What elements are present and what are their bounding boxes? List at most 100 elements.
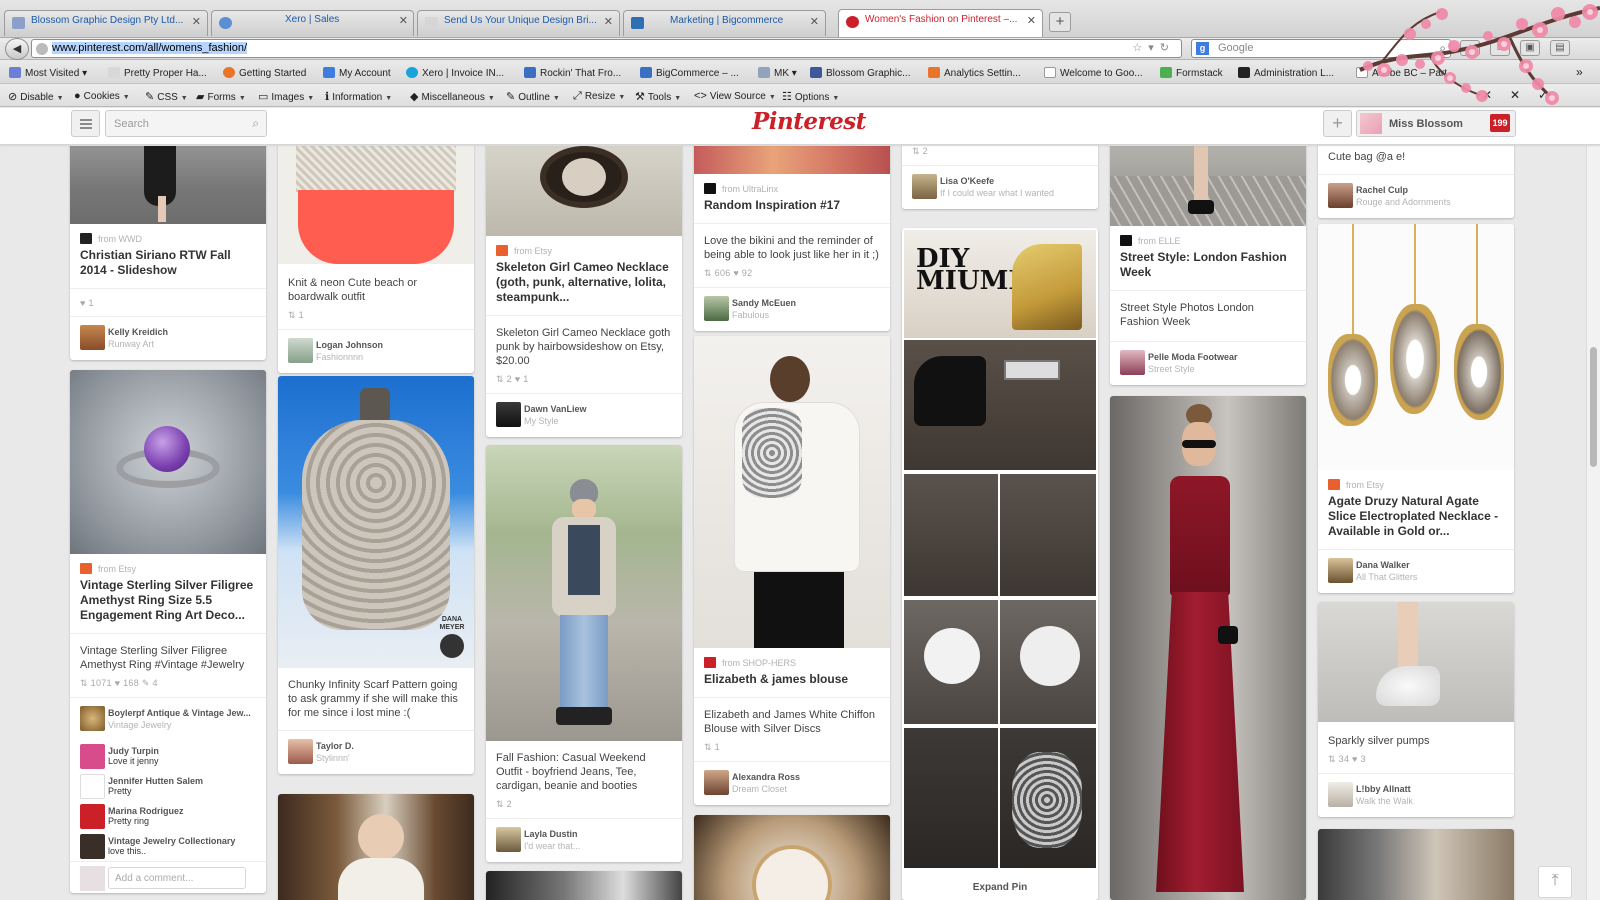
board-name[interactable]: All That Glitters xyxy=(1356,572,1514,582)
board-name[interactable]: Dream Closet xyxy=(732,784,890,794)
devtool-css[interactable]: ✎ CSS ▼ xyxy=(145,90,188,103)
download-icon[interactable]: ↓ xyxy=(1460,40,1480,56)
pin-image[interactable] xyxy=(1318,829,1514,900)
pinner-name[interactable]: L!bby Allnatt xyxy=(1356,784,1514,794)
rich-pin-title[interactable]: Agate Druzy Natural Agate Slice Electrop… xyxy=(1318,490,1514,549)
board-name[interactable]: Walk the Walk xyxy=(1356,796,1514,806)
pinner-name[interactable]: Boylerpf Antique & Vintage Jew... xyxy=(108,708,266,718)
pin-credit[interactable]: Sandy McEuen Fabulous xyxy=(694,287,890,331)
add-comment-input[interactable]: Add a comment... xyxy=(108,867,246,889)
pin-credit[interactable]: Kelly Kreidich Runway Art xyxy=(70,316,266,360)
close-tab-icon[interactable]: ✕ xyxy=(192,15,201,28)
board-name[interactable]: Runway Art xyxy=(108,339,266,349)
bookmark-item[interactable]: Analytics Settin... xyxy=(928,67,1021,79)
pin-credit[interactable]: Dana Walker All That Glitters xyxy=(1318,549,1514,593)
bookmark-item[interactable]: Pretty Proper Ha... xyxy=(108,67,207,79)
devtool-cookies[interactable]: ● Cookies ▼ xyxy=(74,90,130,102)
bookmark-item[interactable]: BigCommerce – ... xyxy=(640,67,739,79)
new-tab-button[interactable]: + xyxy=(1049,12,1071,32)
pin-card[interactable]: ⇅ 2 Lisa O'Keefe If I could wear what I … xyxy=(902,146,1098,209)
board-name[interactable]: I'd wear that... xyxy=(524,841,682,851)
pin-image[interactable] xyxy=(1110,396,1306,900)
pin-credit[interactable]: Rachel Culp Rouge and Adornments xyxy=(1318,174,1514,218)
pinner-name[interactable]: Pelle Moda Footwear xyxy=(1148,352,1306,362)
scroll-to-top-button[interactable]: ⤒ xyxy=(1538,866,1572,898)
rich-pin-title[interactable]: Skeleton Girl Cameo Necklace (goth, punk… xyxy=(486,256,682,315)
board-name[interactable]: Rouge and Adornments xyxy=(1356,197,1514,207)
pin-source[interactable]: from WWD xyxy=(70,224,266,244)
bookmark-item[interactable]: Adobe BC – Part... xyxy=(1356,67,1455,79)
devtool-outline[interactable]: ✎ Outline ▼ xyxy=(506,90,560,103)
devtool-disable[interactable]: ⊘ Disable ▼ xyxy=(8,90,64,103)
devtool-forms[interactable]: ▰ Forms ▼ xyxy=(196,90,246,103)
chevron-down-icon[interactable]: ▾ xyxy=(1148,42,1160,54)
pin-image[interactable] xyxy=(486,871,682,900)
overflow-chevron-icon[interactable]: » xyxy=(1576,65,1583,79)
bookmark-item[interactable]: Getting Started xyxy=(223,67,306,79)
pin-source[interactable]: from ELLE xyxy=(1110,226,1306,246)
pin-card[interactable]: from SHOP-HERS Elizabeth & james blouse … xyxy=(694,336,890,805)
board-name[interactable]: Fabulous xyxy=(732,310,890,320)
close-tab-icon[interactable]: ✕ xyxy=(604,15,613,28)
board-name[interactable]: Vintage Jewelry xyxy=(108,720,266,730)
bookmark-item[interactable]: My Account xyxy=(323,67,391,79)
pinterest-search-input[interactable]: Search ⌕ xyxy=(105,110,267,137)
pinner-name[interactable]: Taylor D. xyxy=(316,741,474,751)
close-tab-icon[interactable]: ✕ xyxy=(1027,14,1036,27)
pin-card[interactable]: Knit & neon Cute beach or boardwalk outf… xyxy=(278,146,474,373)
pin-image[interactable] xyxy=(486,445,682,741)
pinner-name[interactable]: Rachel Culp xyxy=(1356,185,1514,195)
reload-icon[interactable]: ↻ xyxy=(1160,42,1175,54)
board-name[interactable]: If I could wear what I wanted xyxy=(940,188,1098,198)
close-icon[interactable]: ✕ xyxy=(1510,88,1520,102)
url-bar[interactable]: www.pinterest.com/all/womens_fashion/ ☆▾… xyxy=(31,39,1182,58)
pin-card[interactable] xyxy=(486,871,682,900)
checkmark-icon[interactable]: ✓ xyxy=(1538,88,1548,102)
pin-image[interactable] xyxy=(1318,602,1514,722)
browser-tab-label-xero[interactable]: Xero | Sales ✕ xyxy=(211,10,414,36)
addon-icon[interactable]: ▤ xyxy=(1550,40,1570,56)
close-tab-icon[interactable]: ✕ xyxy=(810,15,819,28)
pin-card[interactable] xyxy=(278,794,474,900)
devtool-tools[interactable]: ⚒ Tools ▼ xyxy=(635,90,681,103)
devtool-images[interactable]: ▭ Images ▼ xyxy=(258,90,314,103)
pin-card[interactable]: Sparkly silver pumps ⇅ 34 ♥ 3 L!bby Alln… xyxy=(1318,602,1514,817)
bookmark-item[interactable]: Blossom Graphic... xyxy=(810,67,910,79)
pin-source[interactable]: from UltraLinx xyxy=(694,174,890,194)
bookmark-star-icon[interactable]: ☆ xyxy=(1132,42,1148,54)
devtool-resize[interactable]: ⤢ Resize ▼ xyxy=(573,90,625,103)
pinterest-logo[interactable]: Pinterest xyxy=(752,108,866,135)
rich-pin-title[interactable]: Christian Siriano RTW Fall 2014 - Slides… xyxy=(70,244,266,288)
page-scrollbar[interactable] xyxy=(1586,146,1600,900)
pin-image[interactable] xyxy=(486,146,682,236)
pin-image[interactable] xyxy=(70,146,266,224)
pin-credit[interactable]: Taylor D. Stylinnn' xyxy=(278,730,474,774)
devtool-miscellaneous[interactable]: ◆ Miscellaneous ▼ xyxy=(410,90,495,103)
pin-image[interactable] xyxy=(1110,146,1306,226)
board-name[interactable]: Fashionnnn xyxy=(316,352,474,362)
browser-tab[interactable]: Marketing | Bigcommerce ✕ xyxy=(623,10,826,36)
devtool-options[interactable]: ☷ Options ▼ xyxy=(782,90,839,103)
rich-pin-title[interactable]: Random Inspiration #17 xyxy=(694,194,890,223)
devtool-view-source[interactable]: <> View Source ▼ xyxy=(694,90,776,102)
pin-card[interactable]: from Etsy Skeleton Girl Cameo Necklace (… xyxy=(486,146,682,437)
commenter-name[interactable]: Judy Turpin xyxy=(108,746,266,756)
board-name[interactable]: Stylinnn' xyxy=(316,753,474,763)
back-button[interactable]: ◀ xyxy=(5,38,29,60)
bookmark-item[interactable]: Administration L... xyxy=(1238,67,1334,79)
pin-credit[interactable]: Dawn VanLiew My Style xyxy=(486,393,682,437)
pin-image[interactable] xyxy=(278,146,474,264)
pin-card[interactable] xyxy=(1318,829,1514,900)
pin-card[interactable]: Fall Fashion: Casual Weekend Outfit - bo… xyxy=(486,445,682,862)
pin-card[interactable]: from Etsy Vintage Sterling Silver Filigr… xyxy=(70,370,266,893)
add-pin-button[interactable]: + xyxy=(1323,110,1352,137)
pin-credit[interactable]: Alexandra Ross Dream Closet xyxy=(694,761,890,805)
rich-pin-title[interactable]: Elizabeth & james blouse xyxy=(694,668,890,697)
devtool-information[interactable]: ℹ Information ▼ xyxy=(325,90,392,103)
browser-tab-active[interactable]: Women's Fashion on Pinterest –... ✕ xyxy=(838,9,1043,37)
pin-image[interactable] xyxy=(694,336,890,648)
pinner-name[interactable]: Dana Walker xyxy=(1356,560,1514,570)
pin-card[interactable]: from WWD Christian Siriano RTW Fall 2014… xyxy=(70,146,266,360)
pin-image[interactable]: DANA MEYER xyxy=(278,376,474,668)
extension-icon[interactable]: ▣ xyxy=(1520,40,1540,56)
